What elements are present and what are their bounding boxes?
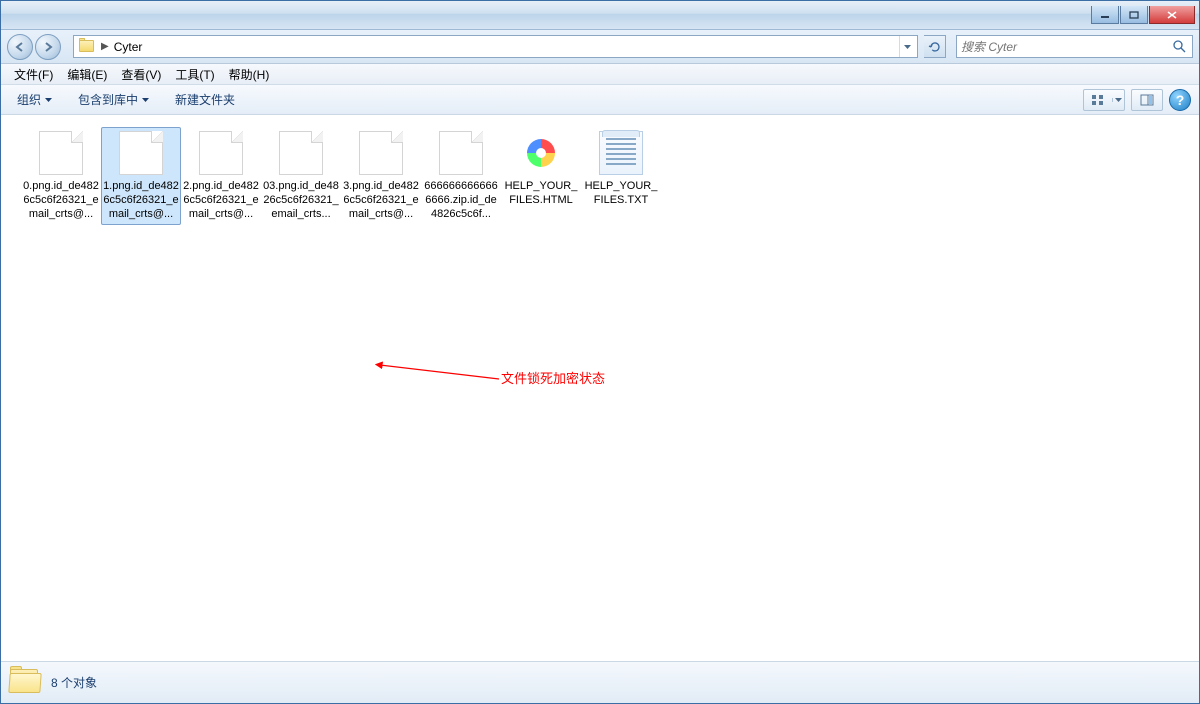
titlebar (1, 1, 1199, 30)
include-library-button[interactable]: 包含到库中 (70, 87, 157, 112)
view-icons-icon (1091, 94, 1105, 106)
preview-pane-icon (1140, 94, 1154, 106)
window-controls (1091, 6, 1195, 24)
address-field[interactable]: ▶ Cyter (73, 35, 918, 58)
menubar: 文件(F) 编辑(E) 查看(V) 工具(T) 帮助(H) (1, 64, 1199, 85)
menu-help[interactable]: 帮助(H) (222, 64, 277, 85)
search-field[interactable] (956, 35, 1193, 58)
menu-file[interactable]: 文件(F) (7, 64, 60, 85)
generic-file-icon (119, 131, 163, 175)
chevron-down-icon (904, 45, 911, 49)
help-button[interactable]: ? (1169, 89, 1191, 111)
forward-button[interactable] (35, 34, 61, 60)
generic-file-icon (199, 131, 243, 175)
explorer-window: ▶ Cyter 文件(F) 编辑(E) 查看(V) 工具(T) 帮助(H) 组织 (0, 0, 1200, 704)
file-item[interactable]: 1.png.id_de4826c5c6f26321_email_crts@... (101, 127, 181, 225)
chevron-down-icon (1115, 98, 1122, 102)
address-bar: ▶ Cyter (1, 30, 1199, 64)
minimize-button[interactable] (1091, 6, 1119, 24)
chevron-down-icon (45, 98, 52, 102)
statusbar: 8 个对象 (1, 661, 1199, 703)
generic-file-icon (279, 131, 323, 175)
file-item[interactable]: HELP_YOUR_FILES.TXT (581, 127, 661, 225)
newfolder-label: 新建文件夹 (175, 91, 235, 108)
status-folder-icon (9, 667, 41, 699)
nav-buttons (7, 33, 67, 61)
file-label: HELP_YOUR_FILES.HTML (503, 179, 579, 207)
file-label: 3.png.id_de4826c5c6f26321_email_crts@... (343, 179, 419, 221)
generic-file-icon (439, 131, 483, 175)
toolbar: 组织 包含到库中 新建文件夹 ? (1, 85, 1199, 115)
file-list: 0.png.id_de4826c5c6f26321_email_crts@...… (1, 115, 1199, 231)
folder-icon (79, 39, 95, 55)
search-input[interactable] (961, 40, 1172, 54)
include-label: 包含到库中 (78, 91, 138, 108)
maximize-button[interactable] (1120, 6, 1148, 24)
menu-edit[interactable]: 编辑(E) (60, 64, 114, 85)
annotation-arrow-icon (374, 361, 504, 431)
forward-arrow-icon (42, 41, 54, 53)
organize-label: 组织 (17, 91, 41, 108)
status-text: 8 个对象 (51, 674, 97, 691)
file-item[interactable]: 6666666666666666.zip.id_de4826c5c6f... (421, 127, 501, 225)
file-label: 03.png.id_de4826c5c6f26321_email_crts... (263, 179, 339, 221)
file-item[interactable]: 0.png.id_de4826c5c6f26321_email_crts@... (21, 127, 101, 225)
file-item[interactable]: 3.png.id_de4826c5c6f26321_email_crts@... (341, 127, 421, 225)
toolbar-right: ? (1083, 89, 1191, 111)
refresh-icon (928, 40, 942, 54)
close-button[interactable] (1149, 6, 1195, 24)
view-mode-button[interactable] (1083, 89, 1125, 111)
annotation-text: 文件锁死加密状态 (501, 368, 605, 387)
chevron-down-icon (142, 98, 149, 102)
address-text: Cyter (112, 40, 899, 54)
breadcrumb-separator-icon: ▶ (98, 41, 112, 52)
file-label: HELP_YOUR_FILES.TXT (583, 179, 659, 207)
menu-view[interactable]: 查看(V) (114, 64, 168, 85)
content-area: 0.png.id_de4826c5c6f26321_email_crts@...… (1, 115, 1199, 661)
close-icon (1166, 10, 1178, 20)
menu-tools[interactable]: 工具(T) (168, 64, 221, 85)
text-file-icon (599, 131, 643, 175)
html-file-icon (519, 131, 563, 175)
file-label: 0.png.id_de4826c5c6f26321_email_crts@... (23, 179, 99, 221)
file-item[interactable]: HELP_YOUR_FILES.HTML (501, 127, 581, 225)
generic-file-icon (359, 131, 403, 175)
search-icon[interactable] (1172, 39, 1188, 55)
back-arrow-icon (14, 41, 26, 53)
file-item[interactable]: 03.png.id_de4826c5c6f26321_email_crts... (261, 127, 341, 225)
maximize-icon (1129, 11, 1139, 19)
preview-pane-button[interactable] (1131, 89, 1163, 111)
refresh-button[interactable] (924, 35, 946, 58)
minimize-icon (1100, 11, 1110, 19)
new-folder-button[interactable]: 新建文件夹 (167, 87, 243, 112)
back-button[interactable] (7, 34, 33, 60)
address-dropdown[interactable] (899, 36, 915, 57)
organize-button[interactable]: 组织 (9, 87, 60, 112)
file-label: 2.png.id_de4826c5c6f26321_email_crts@... (183, 179, 259, 221)
file-label: 1.png.id_de4826c5c6f26321_email_crts@... (103, 179, 179, 221)
file-item[interactable]: 2.png.id_de4826c5c6f26321_email_crts@... (181, 127, 261, 225)
generic-file-icon (39, 131, 83, 175)
file-label: 6666666666666666.zip.id_de4826c5c6f... (423, 179, 499, 221)
